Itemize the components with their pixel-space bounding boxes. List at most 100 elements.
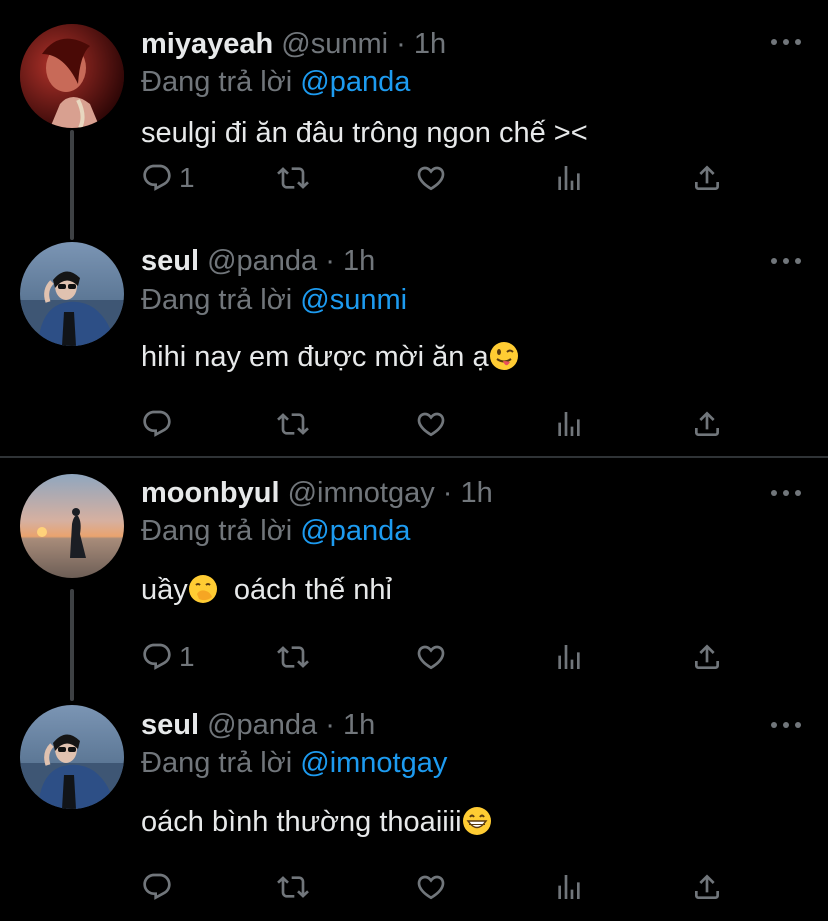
mention-link[interactable]: @imnotgay <box>300 747 447 779</box>
action-bar: 1 <box>141 158 731 198</box>
timestamp[interactable]: 1h <box>343 709 375 741</box>
display-name[interactable]: seul <box>141 245 199 277</box>
username-handle[interactable]: @panda <box>207 709 317 741</box>
red-portrait-avatar-icon <box>20 24 124 128</box>
heart-icon <box>415 162 447 194</box>
mention-link[interactable]: @panda <box>300 66 410 98</box>
share-button[interactable] <box>691 867 723 907</box>
share-button[interactable] <box>691 158 723 198</box>
tweet[interactable]: moonbyul @imnotgay · 1h Đang trả lời @pa… <box>0 459 828 689</box>
retweet-icon <box>277 871 309 903</box>
reply-count: 1 <box>179 641 195 672</box>
bar-chart-icon <box>553 871 585 903</box>
heart-icon <box>415 408 447 440</box>
replying-prefix: Đang trả lời <box>141 515 293 547</box>
tweet-text: seulgi đi ăn đâu trông ngon chế >< <box>141 114 588 152</box>
tweet-text: uầy oách thế nhỉ <box>141 571 392 609</box>
retweet-button[interactable] <box>277 404 309 444</box>
bar-chart-icon <box>553 408 585 440</box>
timestamp[interactable]: 1h <box>343 245 375 277</box>
like-button[interactable] <box>415 637 447 677</box>
retweet-icon <box>277 408 309 440</box>
like-button[interactable] <box>415 867 447 907</box>
avatar[interactable] <box>20 242 124 346</box>
reply-button[interactable]: 1 <box>141 158 195 198</box>
username-handle[interactable]: @sunmi <box>281 28 388 60</box>
bar-chart-icon <box>553 641 585 673</box>
more-options-icon[interactable] <box>768 251 804 271</box>
separator-dot: · <box>325 709 335 741</box>
retweet-button[interactable] <box>277 637 309 677</box>
denim-jacket-portrait-avatar-icon <box>20 242 124 346</box>
analytics-button[interactable] <box>553 158 585 198</box>
tweet-header: seul @panda · 1h <box>141 243 375 279</box>
reply-button[interactable]: 1 <box>141 637 195 677</box>
analytics-button[interactable] <box>553 867 585 907</box>
replying-prefix: Đang trả lời <box>141 747 293 779</box>
tweet-header: seul @panda · 1h <box>141 707 375 743</box>
replying-prefix: Đang trả lời <box>141 66 293 98</box>
more-options-icon[interactable] <box>768 32 804 52</box>
tweet-text: oách bình thường thoaiiii <box>141 803 492 841</box>
action-bar <box>141 867 731 907</box>
share-icon <box>691 641 723 673</box>
share-icon <box>691 871 723 903</box>
replying-to-label: Đang trả lời @panda <box>141 513 410 549</box>
action-bar <box>141 404 731 444</box>
action-bar: 1 <box>141 637 731 677</box>
more-options-icon[interactable] <box>768 483 804 503</box>
timestamp[interactable]: 1h <box>461 477 493 509</box>
separator-dot: · <box>325 245 335 277</box>
tweet-header: moonbyul @imnotgay · 1h <box>141 475 493 511</box>
retweet-icon <box>277 162 309 194</box>
mention-link[interactable]: @sunmi <box>300 284 407 316</box>
timestamp[interactable]: 1h <box>414 28 446 60</box>
tweet-text-content: oách bình thường thoaiiii <box>141 806 462 838</box>
replying-to-label: Đang trả lời @sunmi <box>141 282 407 318</box>
denim-jacket-portrait-avatar-icon <box>20 705 124 809</box>
reply-button[interactable] <box>141 404 179 444</box>
reply-count: 1 <box>179 162 195 193</box>
reply-thread: moonbyul @imnotgay · 1h Đang trả lời @pa… <box>0 459 828 915</box>
reply-button[interactable] <box>141 867 179 907</box>
bar-chart-icon <box>553 162 585 194</box>
retweet-button[interactable] <box>277 867 309 907</box>
reply-icon <box>141 408 173 440</box>
retweet-icon <box>277 641 309 673</box>
share-button[interactable] <box>691 637 723 677</box>
tweet-text-content: seulgi đi ăn đâu trông ngon chế >< <box>141 117 588 149</box>
tweet-text-content: hihi nay em được mời ăn ạ <box>141 341 489 373</box>
reply-icon <box>141 871 173 903</box>
share-button[interactable] <box>691 404 723 444</box>
mention-link[interactable]: @panda <box>300 515 410 547</box>
analytics-button[interactable] <box>553 404 585 444</box>
sunset-silhouette-avatar-icon <box>20 474 124 578</box>
separator-dot: · <box>442 477 453 509</box>
share-icon <box>691 408 723 440</box>
reply-icon <box>141 162 173 194</box>
heart-icon <box>415 871 447 903</box>
analytics-button[interactable] <box>553 637 585 677</box>
more-options-icon[interactable] <box>768 715 804 735</box>
separator-dot: · <box>396 28 406 60</box>
avatar[interactable] <box>20 474 124 578</box>
tweet-text: hihi nay em được mời ăn ạ <box>141 338 519 376</box>
tweet[interactable]: miyayeah @sunmi · 1h Đang trả lời @panda… <box>0 0 828 230</box>
winking-face-with-tongue-emoji-icon <box>489 341 519 371</box>
username-handle[interactable]: @imnotgay <box>288 477 435 509</box>
avatar[interactable] <box>20 705 124 809</box>
like-button[interactable] <box>415 158 447 198</box>
thread-divider <box>0 456 828 458</box>
display-name[interactable]: seul <box>141 709 199 741</box>
display-name[interactable]: moonbyul <box>141 477 280 509</box>
grinning-face-with-smiling-eyes-emoji-icon <box>462 806 492 836</box>
avatar[interactable] <box>20 24 124 128</box>
tweet[interactable]: seul @panda · 1h Đang trả lời @imnotgay … <box>0 691 828 921</box>
tweet[interactable]: seul @panda · 1h Đang trả lời @sunmi hih… <box>0 234 828 464</box>
username-handle[interactable]: @panda <box>207 245 317 277</box>
replying-to-label: Đang trả lời @panda <box>141 64 410 100</box>
tweet-text-content: oách thế nhỉ <box>217 574 392 606</box>
display-name[interactable]: miyayeah <box>141 28 273 60</box>
retweet-button[interactable] <box>277 158 309 198</box>
like-button[interactable] <box>415 404 447 444</box>
